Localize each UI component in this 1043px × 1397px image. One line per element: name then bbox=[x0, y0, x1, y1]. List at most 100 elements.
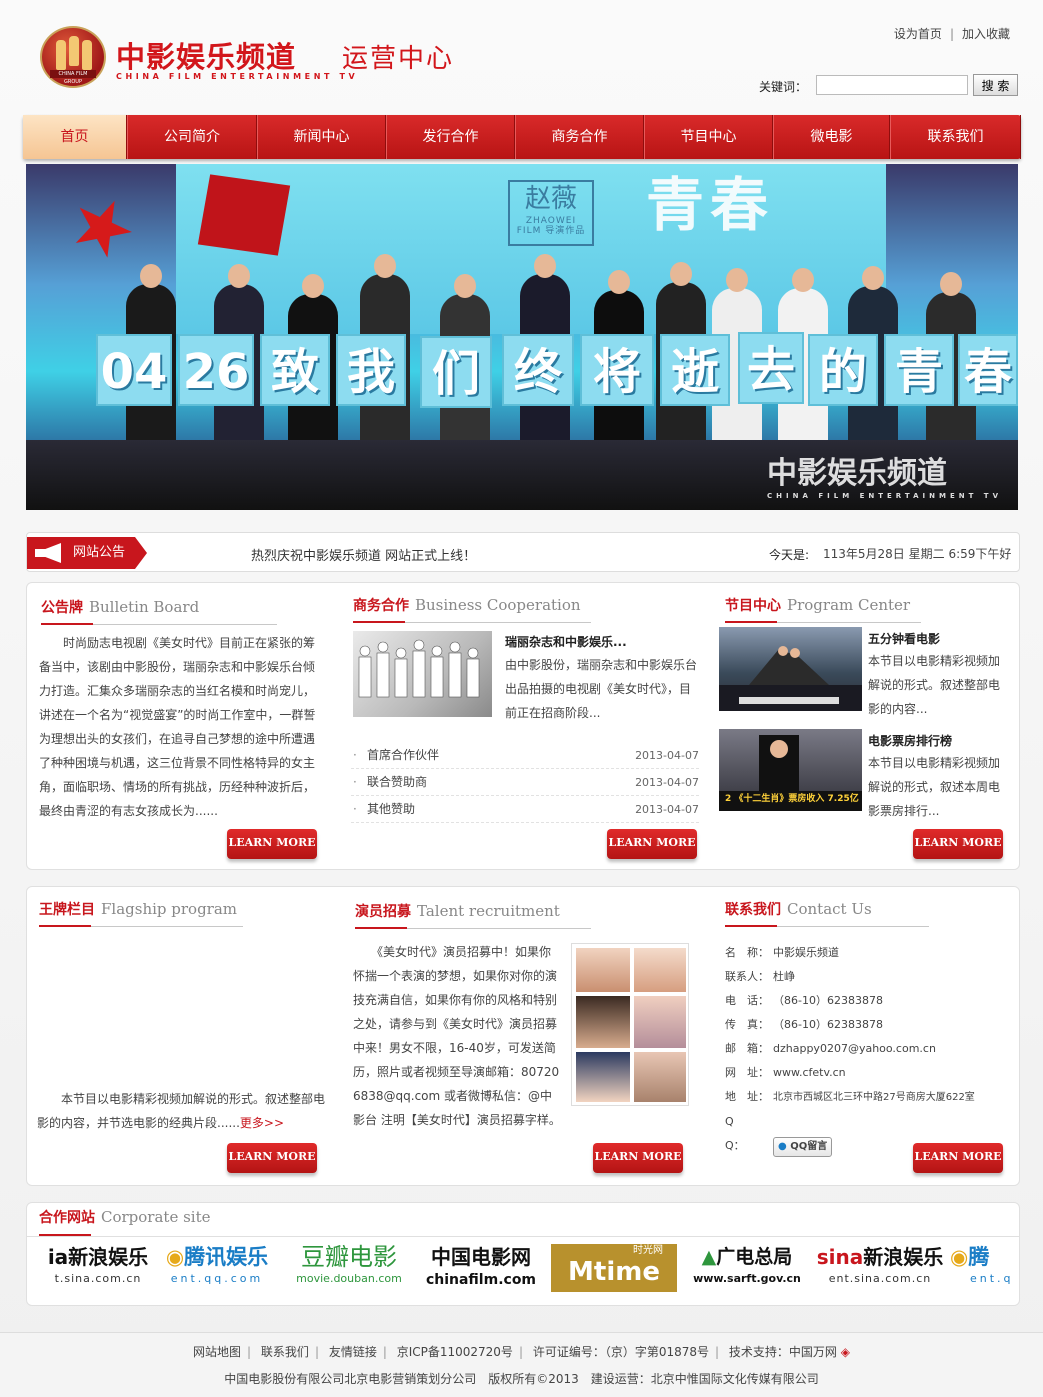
list-item[interactable]: · 首席合作伙伴 2013-04-07 bbox=[351, 742, 699, 769]
nav-news[interactable]: 新闻中心 bbox=[257, 115, 386, 159]
logo-name: 广电总局 bbox=[716, 1246, 793, 1268]
list-item[interactable]: · 其他赞助 2013-04-07 bbox=[351, 796, 699, 823]
flagship-more-link[interactable]: 更多>> bbox=[240, 1116, 284, 1130]
qq-icon: ◉ bbox=[950, 1245, 969, 1269]
qq-icon: ◉ bbox=[165, 1245, 185, 1269]
contact-email[interactable]: dzhappy0207@yahoo.com.cn bbox=[773, 1042, 936, 1055]
search-input[interactable] bbox=[816, 75, 968, 95]
partner-logo-qq[interactable]: ◉腾讯娱乐 ent.qq.com bbox=[156, 1242, 278, 1296]
footer-friend-links[interactable]: 友情链接 bbox=[329, 1345, 377, 1359]
business-list: · 首席合作伙伴 2013-04-07 · 联合赞助商 2013-04-07 · 其他赞助… bbox=[351, 742, 699, 823]
contact-learn-more-button[interactable]: LEARN MORE bbox=[913, 1143, 1003, 1173]
list-item-title: 首席合作伙伴 bbox=[367, 748, 440, 762]
business-thumbnail[interactable] bbox=[353, 631, 492, 717]
date-label: 今天是: bbox=[769, 548, 810, 562]
content-row-2: 王牌栏目 Flagship program 本节目以电影精彩视频加解说的形式。叙述… bbox=[26, 886, 1020, 1186]
banner-card: 春 bbox=[958, 334, 1018, 406]
contact-label: 邮 箱： bbox=[725, 1042, 769, 1055]
partner-logo-sina[interactable]: ia新浪娱乐 t.sina.com.cn bbox=[46, 1242, 150, 1296]
nav-contact[interactable]: 联系我们 bbox=[890, 115, 1021, 159]
set-homepage-link[interactable]: 设为首页 bbox=[894, 27, 942, 41]
contact-label: 名 称： bbox=[725, 946, 769, 959]
list-item-title: 其他赞助 bbox=[367, 802, 416, 816]
contact-label: 联系人： bbox=[725, 970, 769, 983]
list-item-date: 2013-04-07 bbox=[635, 749, 699, 762]
content-row-1: 公告牌 Bulletin Board 时尚励志电视剧《美女时代》目前正在紧张的筹备… bbox=[26, 582, 1020, 870]
current-date: 113年5月28日 星期二 6:59下午好 bbox=[823, 547, 1012, 561]
bulletin-heading: 公告牌 Bulletin Board bbox=[41, 597, 277, 625]
footer-icp[interactable]: 京ICP备11002720号 bbox=[397, 1345, 513, 1359]
program-learn-more-button[interactable]: LEARN MORE bbox=[913, 829, 1003, 859]
partner-logo-chinafilm[interactable]: 中国电影网 chinafilm.com bbox=[418, 1242, 544, 1296]
partner-logo-mtime[interactable]: 时光网 Mtime bbox=[551, 1244, 677, 1292]
footer-contact-link[interactable]: 联系我们 bbox=[261, 1345, 309, 1359]
director-name-cn: 赵薇 bbox=[524, 184, 577, 214]
logo-prefix: ia bbox=[47, 1245, 69, 1269]
logo-sub: chinafilm.com bbox=[425, 1272, 537, 1288]
section-title-en: Business Cooperation bbox=[415, 596, 581, 614]
banner-card: 我 bbox=[336, 334, 406, 406]
partner-logo-sarft[interactable]: ▲广电总局 www.sarft.gov.cn bbox=[686, 1242, 808, 1296]
footer-links: 网站地图 | 联系我们 | 友情链接 | 京ICP备11002720号 | 许可证编号：… bbox=[193, 1345, 850, 1359]
flagship-learn-more-button[interactable]: LEARN MORE bbox=[227, 1143, 317, 1173]
program-thumbnail-1[interactable] bbox=[719, 627, 862, 711]
logo-prefix: sina bbox=[816, 1245, 864, 1269]
banner-card: 的 bbox=[808, 334, 878, 406]
logo-sub: www.sarft.gov.cn bbox=[693, 1272, 801, 1285]
bulletin-learn-more-button[interactable]: LEARN MORE bbox=[227, 829, 317, 859]
partners-heading: 合作网站 Corporate site bbox=[39, 1207, 999, 1236]
nav-micro-film[interactable]: 微电影 bbox=[773, 115, 890, 159]
footer-license: 许可证编号：（京）字第01878号 bbox=[532, 1345, 709, 1359]
logo-sub: ent.qq.com bbox=[170, 1272, 264, 1285]
talent-photo-grid[interactable] bbox=[571, 943, 689, 1106]
banner-card: 们 bbox=[420, 336, 492, 408]
contact-row: 电 话： （86-10）62383878 bbox=[725, 989, 1019, 1013]
banner-card: 将 bbox=[580, 334, 654, 406]
add-favorite-link[interactable]: 加入收藏 bbox=[962, 27, 1010, 41]
business-heading: 商务合作 Business Cooperation bbox=[353, 595, 591, 623]
business-item-title[interactable]: 瑞丽杂志和中影娱乐... bbox=[505, 633, 627, 650]
contact-value: （86-10）62383878 bbox=[773, 1018, 883, 1031]
footer-tech-support[interactable]: 技术支持：中国万网 bbox=[729, 1345, 837, 1359]
list-bullet: · bbox=[353, 802, 357, 816]
partner-logo-douban[interactable]: 豆瓣电影 movie.douban.com bbox=[288, 1242, 410, 1296]
nav-about[interactable]: 公司简介 bbox=[127, 115, 257, 159]
main-nav: 首页 公司简介 新闻中心 发行合作 商务合作 节目中心 微电影 联系我们 bbox=[23, 115, 1021, 159]
contact-row: 网 址： www.cfetv.cn bbox=[725, 1061, 1019, 1085]
contact-website[interactable]: www.cfetv.cn bbox=[773, 1066, 846, 1079]
nav-business[interactable]: 商务合作 bbox=[515, 115, 644, 159]
partner-logo-sina-ent[interactable]: sina新浪娱乐 ent.sina.com.cn bbox=[816, 1242, 944, 1296]
notice-message[interactable]: 热烈庆祝中影娱乐频道 网站正式上线！ bbox=[251, 545, 476, 564]
program-item-title[interactable]: 电影票房排行榜 bbox=[868, 732, 952, 749]
logo-name: 新浪娱乐 bbox=[68, 1245, 149, 1269]
contact-row: 地 址： 北京市西城区北三环中路27号商房大厦622室 bbox=[725, 1085, 1019, 1110]
nav-home[interactable]: 首页 bbox=[23, 115, 127, 159]
section-title-cn: 节目中心 bbox=[725, 598, 781, 614]
business-learn-more-button[interactable]: LEARN MORE bbox=[607, 829, 697, 859]
section-title-en: Flagship program bbox=[101, 900, 238, 918]
search-button[interactable]: 搜 索 bbox=[973, 74, 1018, 96]
talent-learn-more-button[interactable]: LEARN MORE bbox=[593, 1143, 683, 1173]
watermark-cn: 中影娱乐频道 bbox=[767, 456, 948, 491]
program-heading: 节目中心 Program Center bbox=[725, 595, 921, 623]
program-item-desc: 本节目以电影精彩视频加解说的形式，叙述本周电影票房排行... bbox=[868, 756, 1001, 818]
logo-name: 豆瓣电影 bbox=[301, 1243, 397, 1271]
section-title-cn: 公告牌 bbox=[41, 600, 83, 616]
program-thumbnail-2[interactable]: 2 《十二生肖》票房收入 7.25亿 bbox=[719, 729, 862, 811]
hero-banner[interactable]: 青春 赵薇 ZHAOWEI FILM 导演作品 04 26 致 我 们 终 将 … bbox=[26, 164, 1018, 510]
partner-logo-qq-2[interactable]: ◉腾 ent.q bbox=[950, 1242, 1010, 1296]
top-links: 设为首页 | 加入收藏 bbox=[894, 25, 1010, 42]
footer-sitemap-link[interactable]: 网站地图 bbox=[193, 1345, 241, 1359]
qq-message-button[interactable]: ● QQ留言 bbox=[773, 1137, 833, 1157]
list-item[interactable]: · 联合赞助商 2013-04-07 bbox=[351, 769, 699, 796]
director-name-en: ZHAOWEI bbox=[525, 216, 577, 226]
list-item-date: 2013-04-07 bbox=[635, 776, 699, 789]
banner-star-decoration bbox=[62, 188, 142, 268]
top-link-separator: | bbox=[949, 27, 954, 41]
program-item-title[interactable]: 五分钟看电影 bbox=[868, 630, 940, 647]
site-logo[interactable]: CHINA FILM GROUP 中影娱乐频道 运营中心 CHINA FILM … bbox=[40, 26, 470, 92]
logo-sub: t.sina.com.cn bbox=[54, 1272, 142, 1285]
nav-programs[interactable]: 节目中心 bbox=[644, 115, 773, 159]
section-title-cn: 联系我们 bbox=[725, 902, 781, 918]
nav-distribution[interactable]: 发行合作 bbox=[386, 115, 515, 159]
